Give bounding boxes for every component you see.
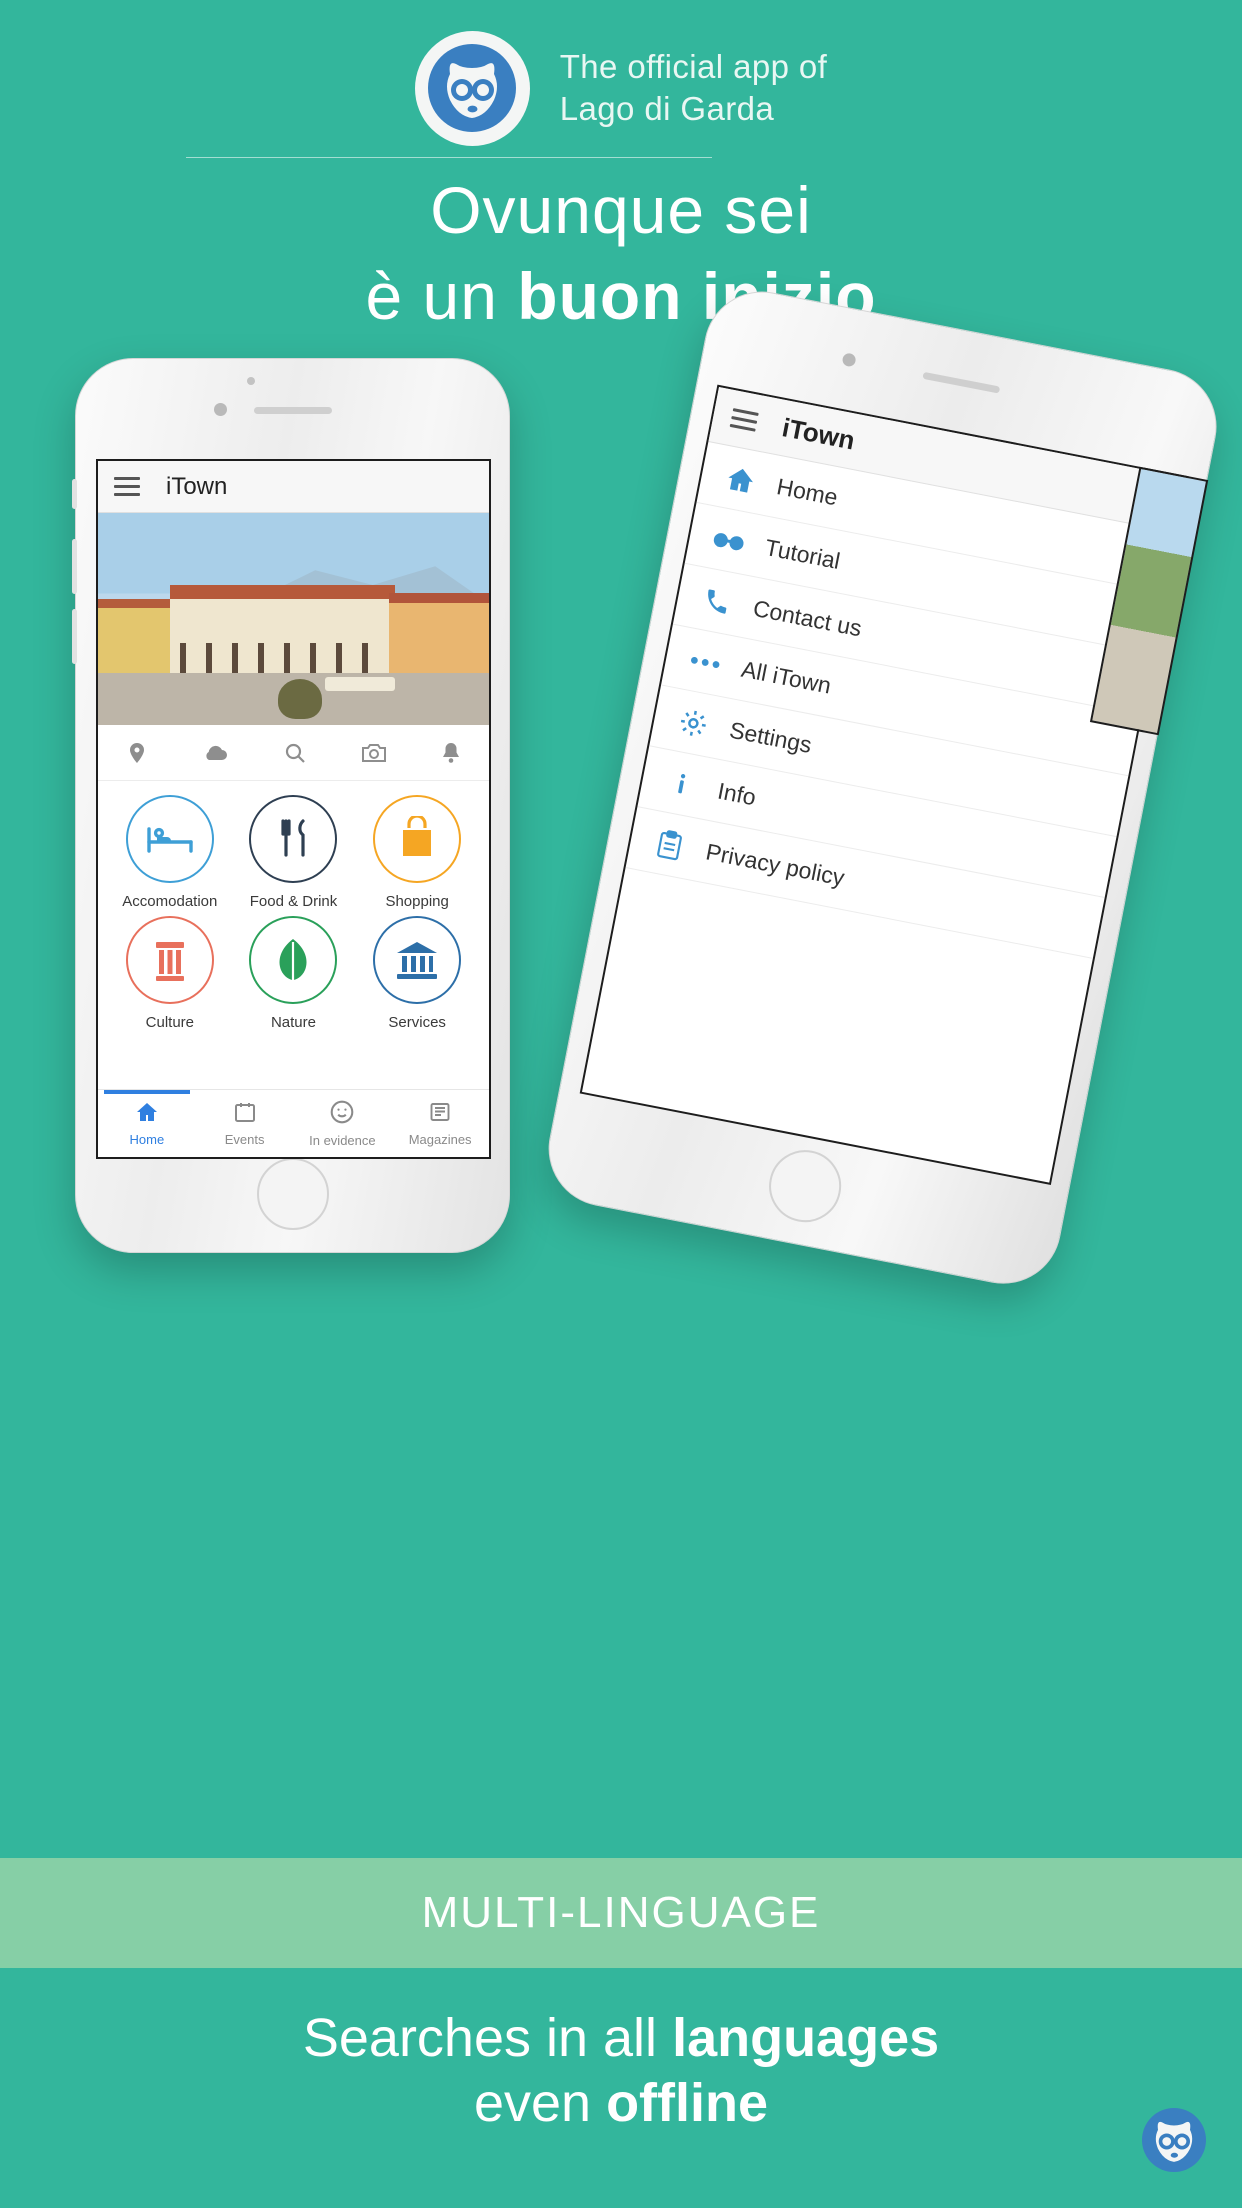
category-label: Services xyxy=(388,1014,446,1031)
footer-line-1-light: Searches in all xyxy=(302,2008,673,2068)
tab-events[interactable]: Events xyxy=(196,1090,294,1157)
brand-header: The official app of Lago di Garda xyxy=(0,18,1242,158)
fountain xyxy=(277,679,322,719)
ellipsis-icon xyxy=(688,654,723,670)
phone-mockup-secondary: iTown Home Tutorial Contact us All iTown… xyxy=(537,281,1242,1323)
front-camera xyxy=(841,352,857,368)
glasses-icon xyxy=(710,527,747,553)
cutlery-icon xyxy=(249,795,338,883)
header-tagline: The official app of Lago di Garda xyxy=(560,46,828,130)
category-grid: Accomodation Food & Drink Shopping Cultu… xyxy=(98,781,489,1035)
category-label: Shopping xyxy=(385,893,449,910)
drawer-item-label: Privacy policy xyxy=(703,838,847,891)
phone-b-screen: iTown Home Tutorial Contact us All iTown… xyxy=(579,384,1189,1185)
earpiece-speaker xyxy=(922,371,1001,394)
category-shopping[interactable]: Shopping xyxy=(355,795,479,910)
drawer-item-label: Tutorial xyxy=(762,534,843,575)
quick-action-row xyxy=(98,725,489,781)
hamburger-icon[interactable] xyxy=(114,477,140,496)
camera-icon[interactable] xyxy=(361,742,387,764)
header-line-1: The official app of xyxy=(559,47,828,85)
category-culture[interactable]: Culture xyxy=(108,916,232,1031)
phone-mockup-primary: iTown Accomodation Food & Drink Shopping… xyxy=(72,358,510,1253)
clipboard-icon xyxy=(650,827,689,863)
tab-magazines[interactable]: Magazines xyxy=(391,1090,489,1157)
column-icon xyxy=(125,916,214,1004)
footer-line-1-bold: languages xyxy=(672,2008,940,2068)
category-label: Accomodation xyxy=(122,893,218,910)
footer-line-2: even offline xyxy=(0,2071,1242,2136)
bank-icon xyxy=(373,916,462,1004)
category-label: Food & Drink xyxy=(249,893,338,910)
magazine-icon xyxy=(427,1100,453,1129)
bed-icon xyxy=(125,795,214,883)
volume-down-button[interactable] xyxy=(72,609,77,664)
cloud-weather-icon[interactable] xyxy=(202,742,230,764)
hero-headline: Ovunque sei è un buon inizio xyxy=(0,172,1242,336)
info-icon xyxy=(662,767,701,801)
hero-photo xyxy=(98,513,489,725)
headline-line-1: Ovunque sei xyxy=(430,173,812,247)
category-services[interactable]: Services xyxy=(355,916,479,1031)
shopping-bag-icon xyxy=(373,795,462,883)
tab-label: Home xyxy=(129,1132,165,1147)
footer-message: Searches in all languages even offline xyxy=(0,1968,1242,2208)
phone-a-screen: iTown Accomodation Food & Drink Shopping… xyxy=(96,459,491,1159)
tab-label: Magazines xyxy=(408,1132,472,1147)
category-food-drink[interactable]: Food & Drink xyxy=(232,795,356,910)
search-icon[interactable] xyxy=(283,741,307,765)
headline-line-2-light: è un xyxy=(365,258,518,333)
lemur-logo-icon xyxy=(428,44,517,132)
promo-page: The official app of Lago di Garda Ovunqu… xyxy=(0,0,1242,2208)
smiley-icon xyxy=(329,1099,355,1130)
drawer-item-label: Info xyxy=(715,777,759,811)
home-button[interactable] xyxy=(762,1143,848,1229)
phone-b-app-title: iTown xyxy=(779,412,858,456)
drawer-item-label: Settings xyxy=(727,716,814,759)
sensor-dot xyxy=(246,377,255,385)
drawer-item-label: Home xyxy=(774,473,840,511)
headline-line-2: è un buon inizio xyxy=(0,256,1242,337)
cafe-awning xyxy=(324,677,395,691)
hamburger-icon[interactable] xyxy=(729,408,759,432)
bottom-tab-bar: Home Events In evidence Magazines xyxy=(98,1089,489,1157)
home-icon xyxy=(134,1100,160,1129)
category-nature[interactable]: Nature xyxy=(232,916,356,1031)
volume-up-button[interactable] xyxy=(72,539,77,594)
drawer-item-label: All iTown xyxy=(739,655,834,699)
footer-line-1: Searches in all languages xyxy=(0,2006,1242,2071)
multi-language-band: MULTI-LINGUAGE xyxy=(0,1858,1242,1968)
header-divider xyxy=(186,157,712,158)
tab-home[interactable]: Home xyxy=(98,1090,196,1157)
location-pin-icon[interactable] xyxy=(125,741,149,765)
category-label: Nature xyxy=(270,1014,316,1031)
app-logo xyxy=(414,30,530,146)
silent-switch[interactable] xyxy=(72,479,77,509)
phone-a-appbar: iTown xyxy=(98,461,489,513)
leaf-icon xyxy=(249,916,338,1004)
category-label: Culture xyxy=(145,1014,194,1031)
phone-icon xyxy=(698,584,737,618)
calendar-icon xyxy=(232,1100,258,1129)
home-button[interactable] xyxy=(256,1158,329,1230)
gear-icon xyxy=(674,705,713,741)
lemur-logo-icon xyxy=(1142,2108,1206,2172)
earpiece-speaker xyxy=(253,407,332,414)
phone-a-app-title: iTown xyxy=(166,472,228,500)
category-accomodation[interactable]: Accomodation xyxy=(108,795,232,910)
front-camera xyxy=(214,403,227,416)
footer-line-2-light: even xyxy=(473,2072,607,2133)
bell-notification-icon[interactable] xyxy=(440,741,462,765)
building-right xyxy=(389,593,489,685)
header-line-2: Lago di Garda xyxy=(559,90,775,127)
band-label: MULTI-LINGUAGE xyxy=(421,1888,821,1937)
footer-line-2-bold: offline xyxy=(606,2072,769,2133)
tab-in-evidence[interactable]: In evidence xyxy=(294,1090,392,1157)
drawer-item-label: Contact us xyxy=(751,594,864,642)
home-icon xyxy=(721,461,760,497)
tab-label: Events xyxy=(224,1132,265,1147)
tab-label: In evidence xyxy=(309,1133,376,1148)
